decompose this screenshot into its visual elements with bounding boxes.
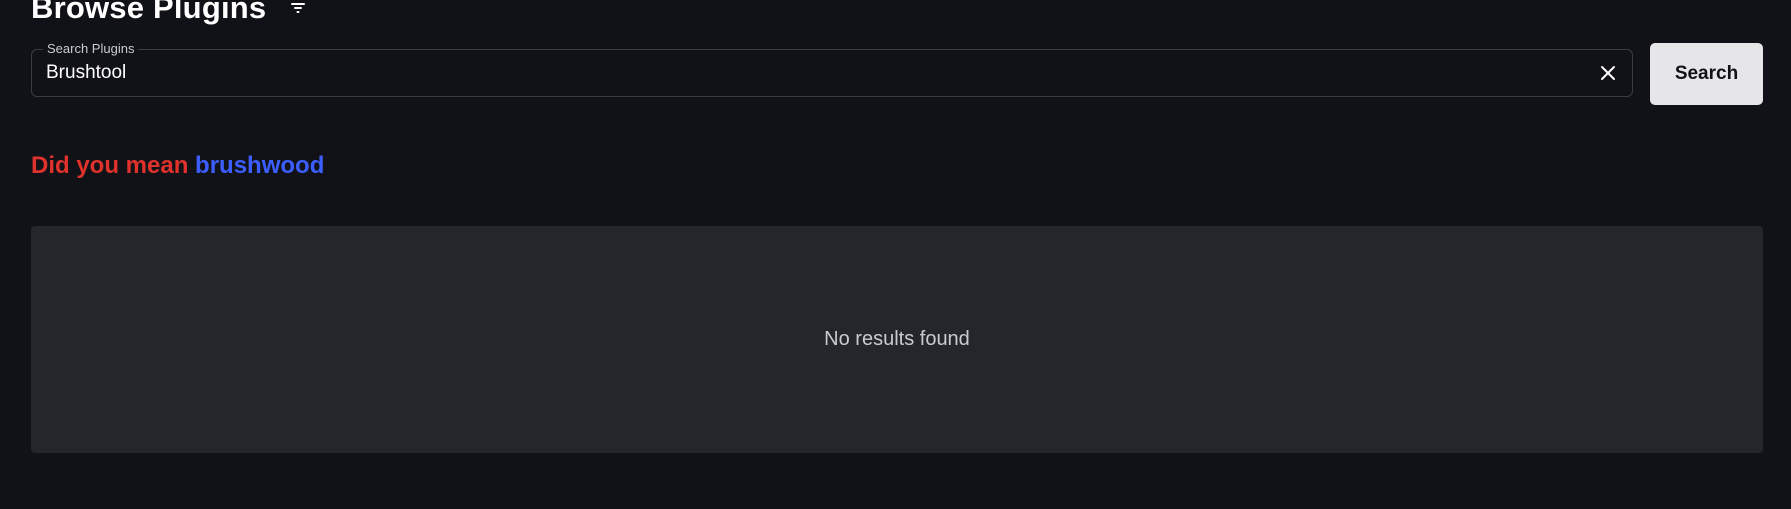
- search-bar: Search Plugins Search: [31, 41, 1763, 105]
- suggestion-prefix: Did you mean: [31, 152, 196, 179]
- no-results-message: No results found: [824, 328, 970, 350]
- search-button[interactable]: Search: [1650, 43, 1763, 105]
- filter-icon[interactable]: [288, 0, 308, 18]
- header: Browse Plugins: [31, 0, 308, 28]
- results-panel: No results found: [31, 226, 1763, 453]
- search-input[interactable]: [46, 50, 1566, 96]
- browse-plugins-page: Browse Plugins Search Plugins Search Did…: [0, 0, 1791, 509]
- filter-icon-glyph: [291, 3, 306, 13]
- close-icon: [1601, 66, 1615, 80]
- clear-search-button[interactable]: [1598, 63, 1618, 83]
- search-field: Search Plugins: [31, 41, 1633, 97]
- suggestion-link[interactable]: brushwood: [195, 152, 324, 179]
- did-you-mean-suggestion: Did you mean brushwood: [31, 151, 324, 181]
- page-title: Browse Plugins: [31, 0, 267, 25]
